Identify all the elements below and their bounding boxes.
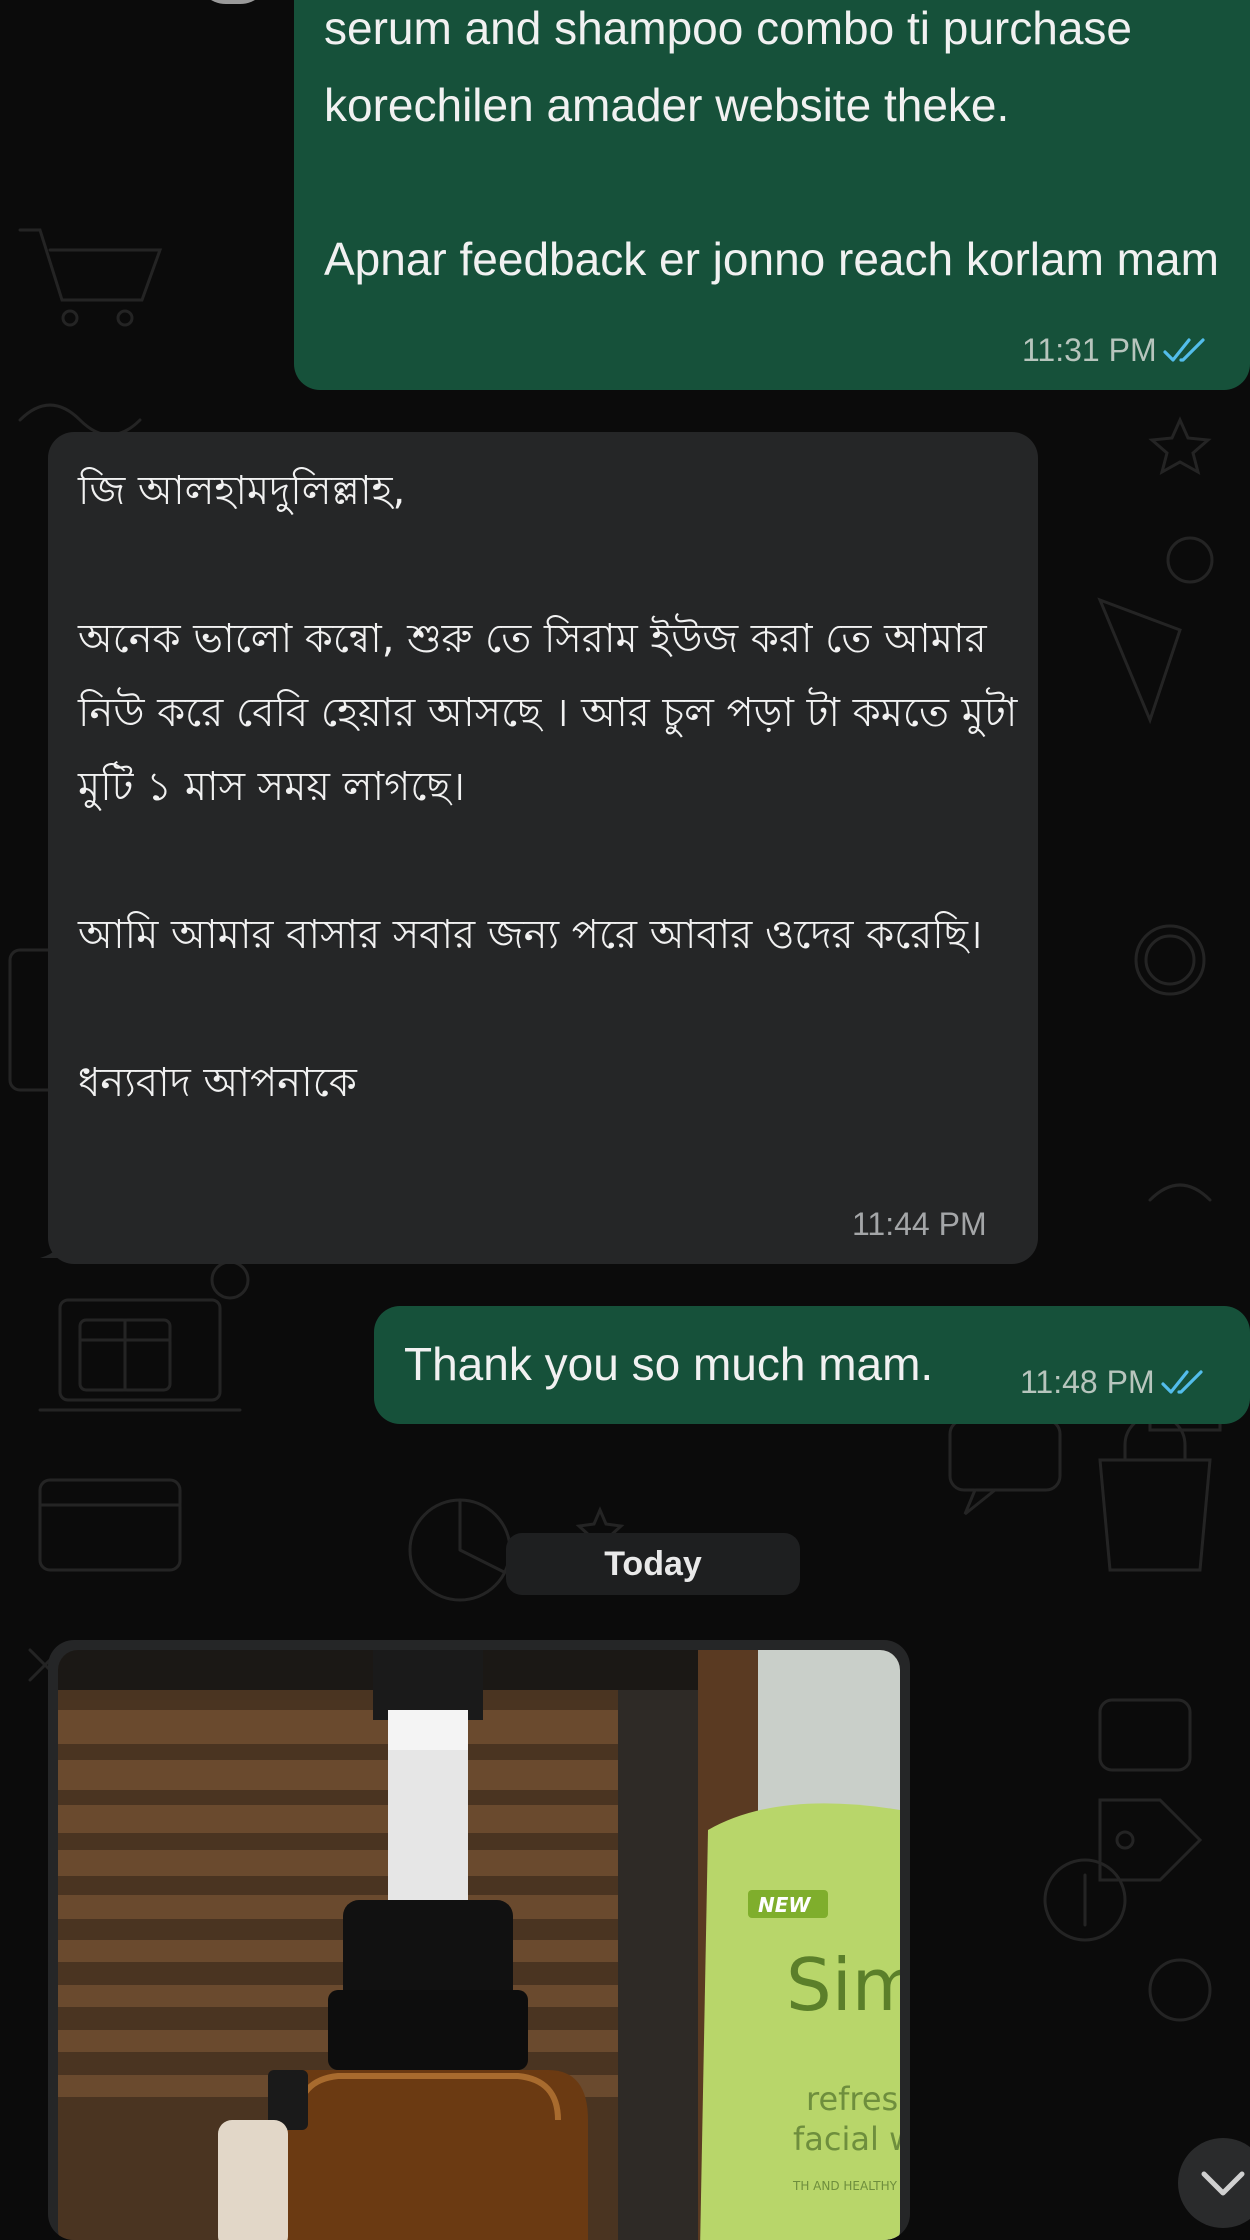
message-bubble-incoming[interactable]: জি আলহামদুলিল্লাহ, অনেক ভালো কন্বো, শুরু… bbox=[48, 432, 1038, 1264]
media-message-bubble[interactable]: NEW Sim refresh facial w TH AND HEALTHY bbox=[48, 1640, 910, 2240]
photo-attachment[interactable]: NEW Sim refresh facial w TH AND HEALTHY bbox=[58, 1650, 900, 2240]
double-check-icon bbox=[1162, 337, 1205, 362]
message-bubble-outgoing[interactable]: serum and shampoo combo ti purchase kore… bbox=[294, 0, 1250, 390]
date-separator: Today bbox=[506, 1533, 800, 1595]
message-time: 11:44 PM bbox=[852, 1206, 987, 1242]
message-time: 11:48 PM bbox=[1020, 1364, 1155, 1400]
message-meta: 11:31 PM bbox=[1022, 332, 1211, 369]
message-text: Thank you so much mam. bbox=[404, 1338, 934, 1390]
message-text: serum and shampoo combo ti purchase kore… bbox=[324, 2, 1219, 285]
message-text: জি আলহামদুলিল্লাহ, অনেক ভালো কন্বো, শুরু… bbox=[78, 468, 1018, 1106]
product-label-line3: TH AND HEALTHY bbox=[792, 2179, 898, 2193]
message-bubble-outgoing[interactable]: Thank you so much mam. 11:48 PM bbox=[374, 1306, 1250, 1424]
product-label-new: NEW bbox=[758, 1893, 811, 1917]
product-label-line1: refresh bbox=[806, 2080, 900, 2118]
product-label-line2: facial w bbox=[793, 2120, 900, 2158]
double-check-icon bbox=[1160, 1369, 1203, 1394]
chevron-down-icon bbox=[1201, 2171, 1245, 2196]
product-label-brand: Sim bbox=[786, 1943, 900, 2027]
message-meta: 11:44 PM bbox=[852, 1206, 987, 1243]
message-time: 11:31 PM bbox=[1022, 332, 1157, 368]
message-meta: 11:48 PM bbox=[1020, 1364, 1209, 1401]
scroll-to-bottom-button[interactable] bbox=[1178, 2138, 1250, 2228]
